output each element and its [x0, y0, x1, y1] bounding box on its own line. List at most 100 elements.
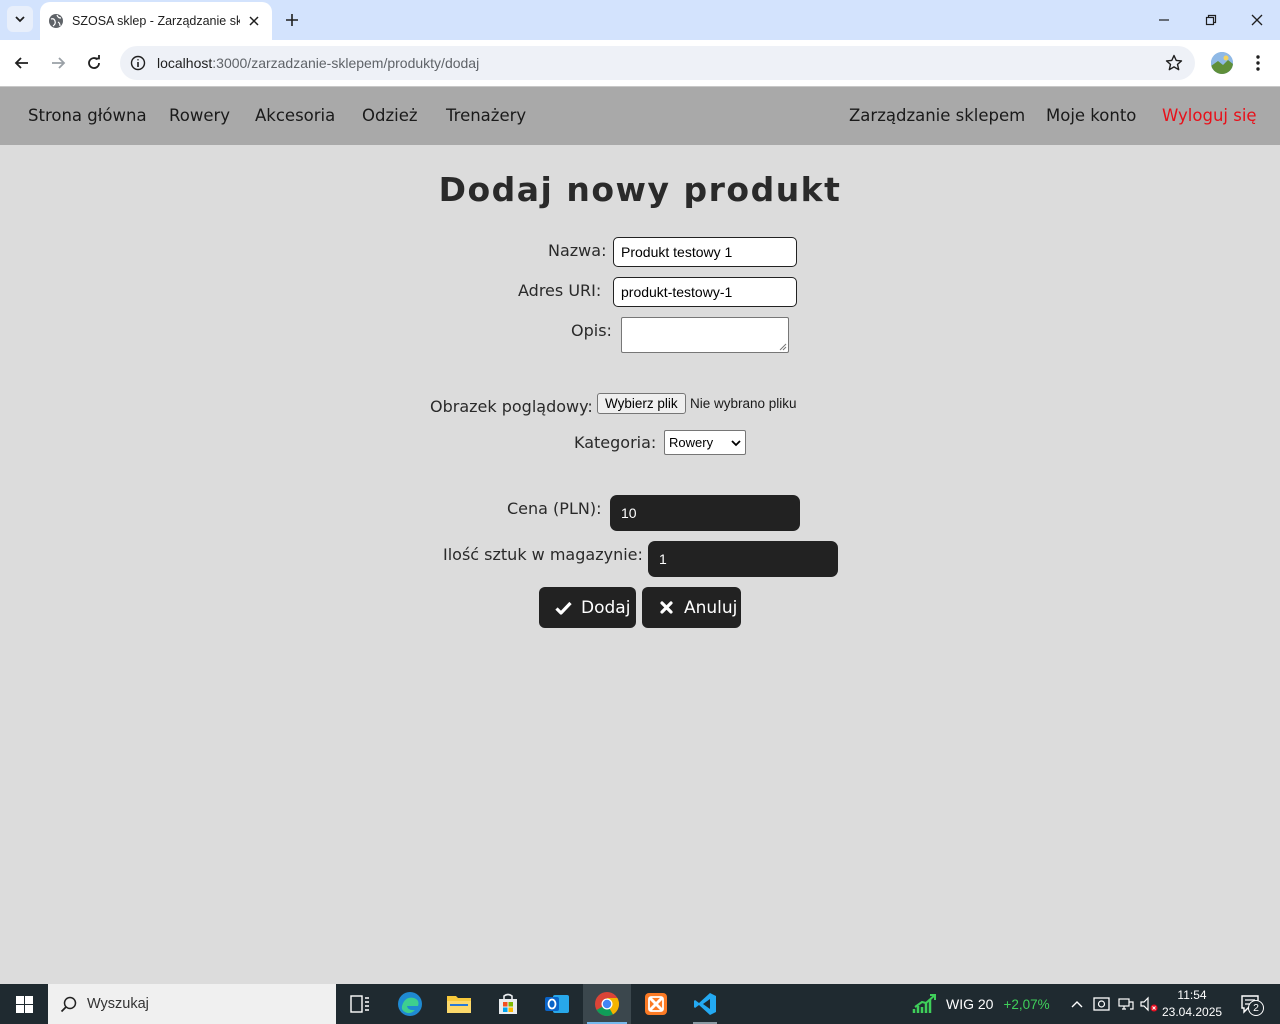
forward-button[interactable]: [46, 51, 70, 75]
image-label: Obrazek poglądowy:: [430, 397, 593, 416]
vscode-icon: [694, 993, 716, 1015]
taskbar-store[interactable]: [484, 984, 532, 1024]
file-explorer-icon: [447, 996, 471, 1013]
minimize-icon: [1159, 19, 1169, 21]
stock-value: 1: [659, 551, 667, 567]
cancel-button[interactable]: Anuluj: [642, 587, 741, 628]
notification-center-button[interactable]: 2: [1234, 984, 1268, 1024]
volume-muted-icon: [1140, 996, 1158, 1012]
restore-button[interactable]: [1199, 8, 1223, 32]
bookmark-star-icon[interactable]: [1163, 52, 1185, 74]
chevron-down-icon: [731, 440, 741, 447]
name-input-value: Produkt testowy 1: [621, 244, 733, 260]
tray-app-icon: [1092, 997, 1110, 1011]
stock-input[interactable]: 1: [648, 541, 838, 577]
tray-volume[interactable]: [1139, 984, 1159, 1024]
clock-date: 23.04.2025: [1162, 1005, 1223, 1019]
price-label: Cena (PLN):: [507, 499, 602, 518]
price-input[interactable]: 10: [610, 495, 800, 531]
browser-tab-bar: SZOSA sklep - Zarządzanie sklepem: [0, 0, 1280, 40]
nav-link-trainers[interactable]: Trenażery: [446, 106, 526, 125]
tab-title: SZOSA sklep - Zarządzanie sklepem: [72, 14, 240, 28]
nav-link-home[interactable]: Strona główna: [28, 106, 147, 125]
browser-menu-button[interactable]: [1248, 52, 1268, 74]
close-window-button[interactable]: [1245, 8, 1269, 32]
description-label: Opis:: [571, 321, 612, 340]
price-value: 10: [621, 505, 637, 521]
back-button[interactable]: [10, 51, 34, 75]
stock-chart-icon: [912, 994, 936, 1013]
taskbar-search-box[interactable]: Wyszukaj: [48, 984, 336, 1024]
times-icon: [657, 600, 675, 616]
uri-input[interactable]: produkt-testowy-1: [613, 277, 797, 307]
choose-file-button[interactable]: Wybierz plik: [597, 393, 686, 414]
url-text: localhost:3000/zarzadzanie-sklepem/produ…: [157, 55, 479, 71]
xampp-icon: [645, 993, 667, 1015]
minimize-button[interactable]: [1152, 8, 1176, 32]
plus-icon: [286, 14, 298, 26]
taskbar-clock[interactable]: 11:54 23.04.2025: [1162, 987, 1222, 1021]
browser-toolbar: localhost:3000/zarzadzanie-sklepem/produ…: [0, 40, 1280, 87]
stock-widget[interactable]: WIG 20 +2,07%: [912, 984, 1050, 1024]
cancel-label: Anuluj: [684, 597, 738, 618]
description-textarea[interactable]: [621, 317, 789, 353]
nav-link-my-account[interactable]: Moje konto: [1046, 106, 1136, 125]
taskbar-xampp[interactable]: [632, 984, 680, 1024]
browser-tab-active[interactable]: SZOSA sklep - Zarządzanie sklepem: [40, 2, 272, 40]
submit-button[interactable]: Dodaj: [539, 587, 636, 628]
url-host: localhost: [157, 55, 213, 71]
chevron-up-icon: [1071, 1001, 1083, 1008]
uri-input-value: produkt-testowy-1: [621, 284, 733, 300]
chrome-icon: [595, 992, 620, 1017]
outlook-icon: [545, 995, 569, 1013]
new-tab-button[interactable]: [281, 9, 303, 31]
taskbar-vscode[interactable]: [681, 984, 729, 1024]
nav-link-logout[interactable]: Wyloguj się: [1162, 106, 1257, 125]
tab-search-button[interactable]: [7, 6, 33, 32]
more-vert-icon: [1256, 55, 1260, 71]
name-input[interactable]: Produkt testowy 1: [613, 237, 797, 267]
resize-grip-icon[interactable]: [779, 343, 787, 351]
taskbar-file-explorer[interactable]: [435, 984, 483, 1024]
windows-logo-icon: [15, 995, 33, 1013]
category-label: Kategoria:: [574, 433, 657, 452]
close-tab-icon[interactable]: [246, 13, 262, 29]
windows-taskbar: Wyszukaj WIG 20 +2,07% 11:54 23.04.2025 …: [0, 984, 1280, 1024]
task-view-button[interactable]: [336, 984, 384, 1024]
reload-button[interactable]: [82, 51, 106, 75]
nav-link-bikes[interactable]: Rowery: [169, 106, 230, 125]
site-info-icon[interactable]: [128, 53, 148, 73]
site-navbar: Strona główna Rowery Akcesoria Odzież Tr…: [0, 87, 1280, 145]
url-path: :3000/zarzadzanie-sklepem/produkty/dodaj: [212, 55, 480, 71]
taskbar-edge[interactable]: [386, 984, 434, 1024]
nav-link-shop-management[interactable]: Zarządzanie sklepem: [849, 106, 1025, 125]
taskbar-outlook[interactable]: [533, 984, 581, 1024]
arrow-right-icon: [52, 57, 66, 69]
task-view-icon: [350, 995, 369, 1013]
tray-network[interactable]: [1115, 984, 1135, 1024]
file-status: Nie wybrano pliku: [690, 396, 797, 411]
submit-label: Dodaj: [581, 597, 631, 618]
network-icon: [1117, 998, 1134, 1010]
globe-icon: [48, 13, 64, 29]
stock-change: +2,07%: [1003, 996, 1050, 1012]
category-selected: Rowery: [669, 435, 714, 450]
nav-link-clothing[interactable]: Odzież: [362, 106, 418, 125]
clock-time: 11:54: [1177, 988, 1207, 1002]
stock-label: Ilość sztuk w magazynie:: [443, 545, 643, 564]
address-bar[interactable]: localhost:3000/zarzadzanie-sklepem/produ…: [120, 46, 1195, 80]
stock-name: WIG 20: [946, 996, 994, 1012]
start-button[interactable]: [0, 984, 48, 1024]
notification-count: 2: [1248, 1000, 1264, 1016]
nav-link-accessories[interactable]: Akcesoria: [255, 106, 335, 125]
tray-overflow-button[interactable]: [1068, 984, 1086, 1024]
tray-app[interactable]: [1091, 984, 1111, 1024]
edge-icon: [398, 992, 422, 1016]
taskbar-chrome[interactable]: [583, 984, 631, 1024]
profile-avatar[interactable]: [1211, 52, 1233, 74]
category-select[interactable]: Rowery: [664, 430, 746, 455]
name-label: Nazwa:: [548, 241, 607, 260]
uri-label: Adres URI:: [518, 281, 602, 300]
store-icon: [499, 993, 517, 1014]
search-icon: [60, 996, 77, 1012]
